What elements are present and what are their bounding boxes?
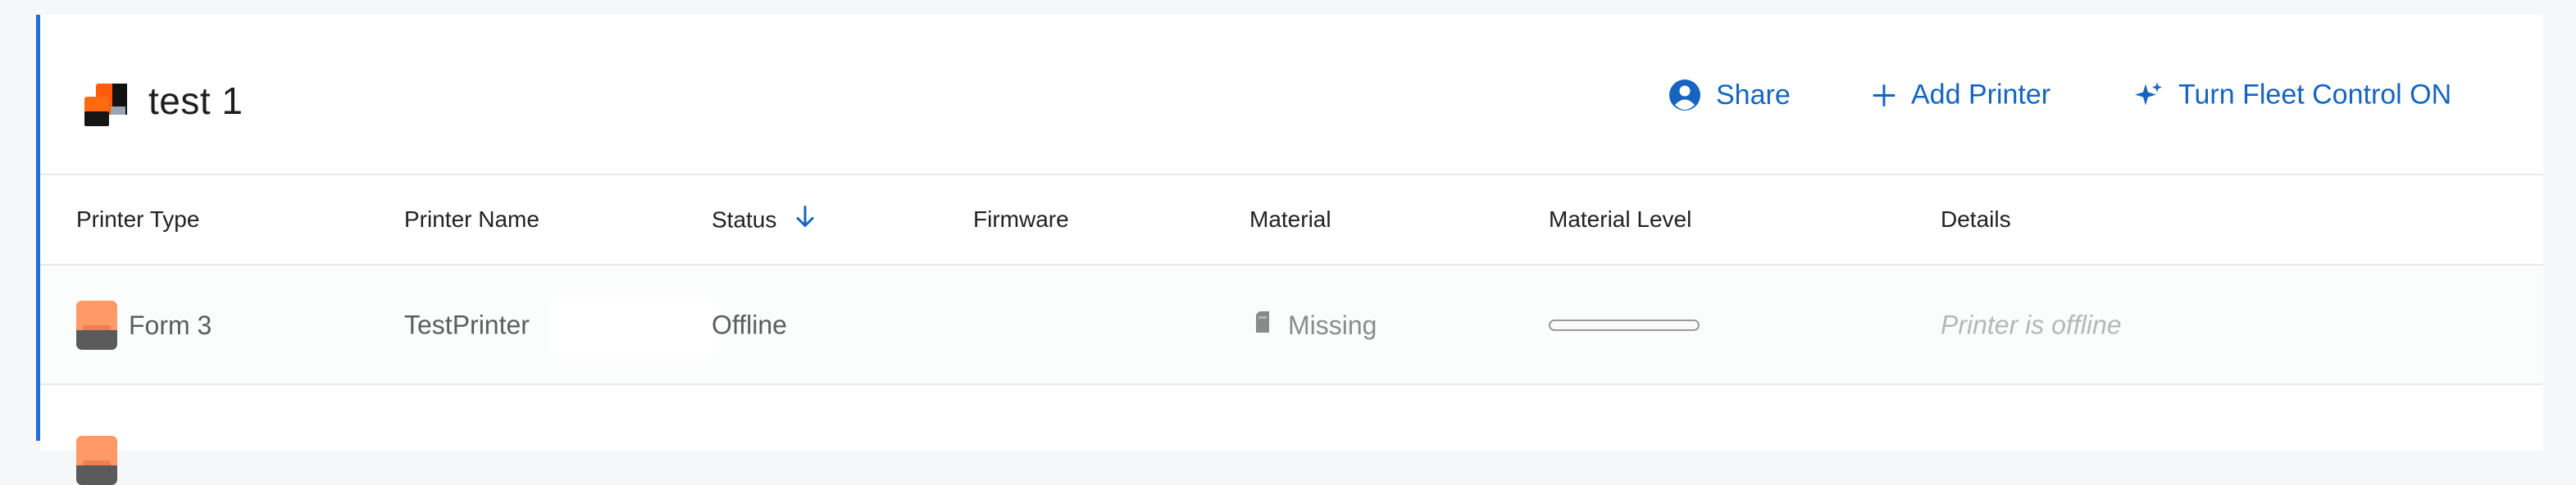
col-material-level-label: Material Level [1549,206,1692,232]
col-status-label: Status [712,206,777,232]
cell-details: Printer is offline [1941,310,2122,341]
col-printer-type-label: Printer Type [76,206,200,232]
col-firmware[interactable]: Firmware [973,206,1069,233]
group-title: test 1 [148,79,243,122]
col-printer-type[interactable]: Printer Type [76,206,199,233]
printer-stack-icon [83,82,129,128]
col-printer-name-label: Printer Name [404,206,539,232]
table-header: Printer Type Printer Name Status Firmwar… [40,175,2543,265]
printer-type-text: Form 3 [129,310,212,340]
user-circle-icon [1668,79,1701,111]
table-row[interactable]: Form 3 TestPrinter Offline Missing Print… [40,265,2543,385]
fleet-control-label: Turn Fleet Control ON [2178,79,2452,111]
plus-icon [1872,83,1896,107]
col-firmware-label: Firmware [973,206,1069,232]
printer-group-card: test 1 Share Add Printer Turn Fleet Cont… [36,15,2543,485]
share-button[interactable]: Share [1668,79,1791,111]
col-material[interactable]: Material [1249,206,1331,233]
share-label: Share [1716,79,1791,111]
details-text: Printer is offline [1941,310,2122,340]
arrow-down-icon[interactable] [794,205,816,235]
col-material-level[interactable]: Material Level [1549,206,1691,233]
cell-printer-type: Form 3 [76,301,212,350]
cell-status: Offline [712,310,787,341]
add-printer-label: Add Printer [1911,79,2051,111]
table-row[interactable] [40,385,2543,485]
col-printer-name[interactable]: Printer Name [404,206,539,233]
cartridge-icon [1254,310,1272,341]
printer-thumbnail-icon [76,436,117,485]
col-status[interactable]: Status [712,205,816,235]
fleet-control-button[interactable]: Turn Fleet Control ON [2134,79,2451,111]
status-text: Offline [712,310,787,340]
redacted-patch [548,295,721,359]
col-details-label: Details [1941,206,2011,232]
material-level-bar [1549,320,1700,331]
col-material-label: Material [1249,206,1331,232]
material-text: Missing [1288,310,1377,340]
col-details[interactable]: Details [1941,206,2011,233]
printer-thumbnail-icon [76,301,117,350]
cell-material-level [1549,320,1700,331]
printer-name-text: TestPrinter [404,310,530,340]
sparkle-icon [2134,80,2164,110]
add-printer-button[interactable]: Add Printer [1872,79,2050,111]
cell-material: Missing [1254,310,1377,341]
cell-printer-name[interactable]: TestPrinter [404,310,530,341]
group-header: test 1 Share Add Printer Turn Fleet Cont… [40,15,2543,175]
